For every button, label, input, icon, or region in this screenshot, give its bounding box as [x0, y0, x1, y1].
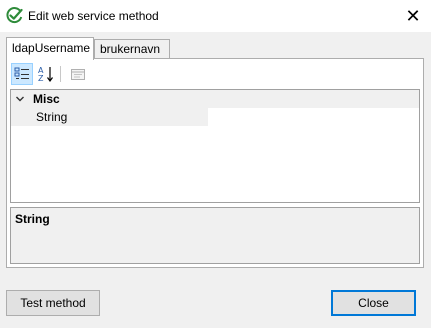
description-pane: String	[10, 207, 420, 264]
title-bar: Edit web service method ✕	[0, 0, 431, 32]
description-title: String	[15, 212, 50, 226]
category-row-misc[interactable]: Misc	[11, 90, 419, 108]
property-pages-button[interactable]	[67, 63, 89, 85]
categorized-view-icon	[14, 67, 29, 79]
category-label: Misc	[33, 92, 60, 106]
edit-web-service-method-dialog: Edit web service method ✕ ldapUsername b…	[0, 0, 431, 328]
test-method-button[interactable]: Test method	[6, 290, 100, 316]
window-title: Edit web service method	[28, 9, 159, 23]
property-pages-icon	[71, 69, 85, 80]
close-button[interactable]: Close	[331, 290, 416, 316]
tab-brukernavn[interactable]: brukernavn	[94, 39, 170, 59]
row-gutter	[11, 108, 31, 126]
close-icon: ✕	[405, 5, 421, 26]
property-name-cell[interactable]: String	[31, 108, 208, 126]
alphabetical-sort-icon: A Z	[38, 66, 53, 83]
toolbar-separator	[60, 66, 61, 82]
property-grid: Misc String	[10, 89, 420, 203]
property-row-string[interactable]: String	[11, 108, 419, 126]
alphabetical-sort-button[interactable]: A Z	[35, 63, 57, 85]
check-circle-icon	[6, 7, 23, 24]
property-grid-panel: A Z Misc String String	[6, 58, 424, 268]
tab-ldapusername[interactable]: ldapUsername	[6, 37, 94, 60]
window-close-button[interactable]: ✕	[395, 0, 431, 32]
property-grid-toolbar: A Z	[11, 63, 111, 85]
property-value-cell[interactable]	[209, 108, 419, 126]
categorized-view-button[interactable]	[11, 63, 33, 85]
chevron-down-icon[interactable]	[15, 94, 25, 104]
svg-text:Z: Z	[38, 74, 44, 83]
